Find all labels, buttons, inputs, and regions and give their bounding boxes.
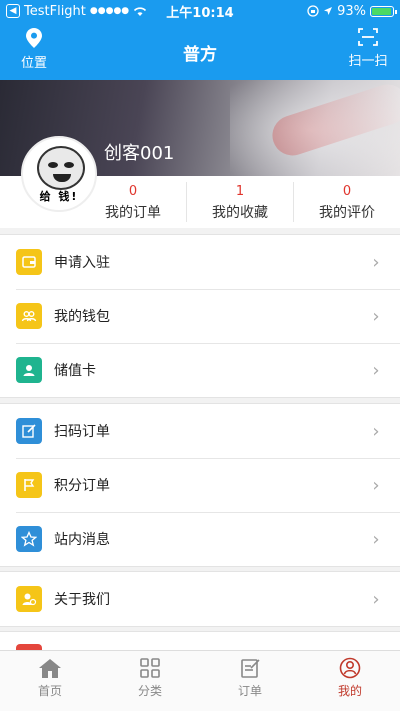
tab-home[interactable]: 首页 <box>0 657 100 699</box>
stat-reviews-count: 0 <box>342 184 352 199</box>
stat-orders-label: 我的订单 <box>105 205 161 221</box>
menu-item-messages[interactable]: 站内消息 › <box>0 512 400 566</box>
card-user-icon <box>16 357 42 383</box>
people-icon <box>16 303 42 329</box>
chevron-right-icon: › <box>372 251 380 273</box>
scan-label: 扫一扫 <box>348 54 388 69</box>
username[interactable]: 创客001 <box>104 139 174 165</box>
about-icon <box>16 586 42 612</box>
menu-label: 申请入驻 <box>54 255 110 271</box>
menu-group-account: 申请入驻 › 我的钱包 › 储值卡 › <box>0 234 400 398</box>
wallet-icon <box>16 249 42 275</box>
stat-favorites-label: 我的收藏 <box>212 205 268 221</box>
menu-group-orders: 扫码订单 › 积分订单 › 站内消息 › <box>0 403 400 567</box>
page-title: 普方 <box>183 45 217 65</box>
stat-favorites[interactable]: 1 我的收藏 <box>187 176 293 228</box>
status-time: 上午10:14 <box>166 5 234 21</box>
chevron-right-icon: › <box>372 305 380 327</box>
stat-orders-count: 0 <box>128 184 138 199</box>
edit-icon <box>16 418 42 444</box>
avatar-eye <box>48 162 58 168</box>
grid-icon <box>140 658 160 678</box>
stat-reviews-label: 我的评价 <box>319 205 375 221</box>
scan-button[interactable]: 扫一扫 <box>346 28 390 69</box>
star-icon <box>16 526 42 552</box>
avatar-caption: 给 钱! <box>39 190 79 203</box>
nav-bar: 位置 普方 扫一扫 <box>0 22 400 80</box>
chevron-right-icon: › <box>372 528 380 550</box>
tab-label: 分类 <box>137 684 162 698</box>
chevron-right-icon: › <box>372 474 380 496</box>
home-icon <box>39 659 61 678</box>
menu-label: 扫码订单 <box>54 424 110 440</box>
tab-label: 首页 <box>37 684 62 698</box>
menu-item-scan-orders[interactable]: 扫码订单 › <box>0 404 400 458</box>
stat-favorites-count: 1 <box>235 184 245 199</box>
stat-reviews[interactable]: 0 我的评价 <box>294 176 400 228</box>
menu-label: 储值卡 <box>54 363 96 379</box>
menu-label: 积分订单 <box>54 478 110 494</box>
menu-item-points-orders[interactable]: 积分订单 › <box>0 458 400 512</box>
user-icon <box>339 657 361 679</box>
tab-mine[interactable]: 我的 <box>300 657 400 699</box>
avatar-mouth <box>53 174 71 182</box>
menu-item-stored-card[interactable]: 储值卡 › <box>0 343 400 397</box>
rotation-lock-icon <box>307 5 319 17</box>
location-arrow-icon <box>324 7 333 15</box>
menu-item-about[interactable]: 关于我们 › <box>0 572 400 626</box>
scan-icon <box>358 28 378 46</box>
avatar-face <box>37 146 85 190</box>
avatar[interactable]: 给 钱! <box>21 136 97 212</box>
back-icon[interactable]: ◀ <box>6 4 20 18</box>
chevron-right-icon: › <box>372 588 380 610</box>
menu-label: 站内消息 <box>54 532 110 548</box>
stat-orders[interactable]: 0 我的订单 <box>80 176 186 228</box>
chevron-right-icon: › <box>372 420 380 442</box>
menu-group-about: 关于我们 › <box>0 571 400 627</box>
tab-bar: 首页 分类 订单 我的 <box>0 650 400 711</box>
tab-label: 订单 <box>237 684 262 698</box>
battery-percent: 93% <box>337 3 366 19</box>
chevron-right-icon: › <box>372 359 380 381</box>
wifi-icon <box>134 6 147 16</box>
battery-icon <box>370 5 397 17</box>
menu-item-apply[interactable]: 申请入驻 › <box>0 235 400 289</box>
menu-label: 关于我们 <box>54 592 110 608</box>
order-icon <box>241 659 260 678</box>
tab-label: 我的 <box>337 684 362 698</box>
flag-icon <box>16 472 42 498</box>
avatar-eye <box>64 162 74 168</box>
signal-icon: ●●●●● <box>89 6 130 16</box>
menu-item-wallet[interactable]: 我的钱包 › <box>0 289 400 343</box>
carrier-label: TestFlight <box>24 3 86 19</box>
menu-label: 我的钱包 <box>54 309 110 325</box>
status-bar: ◀ TestFlight ●●●●● 上午10:14 93% <box>0 0 400 22</box>
tab-orders[interactable]: 订单 <box>200 657 300 699</box>
tab-categories[interactable]: 分类 <box>100 657 200 699</box>
